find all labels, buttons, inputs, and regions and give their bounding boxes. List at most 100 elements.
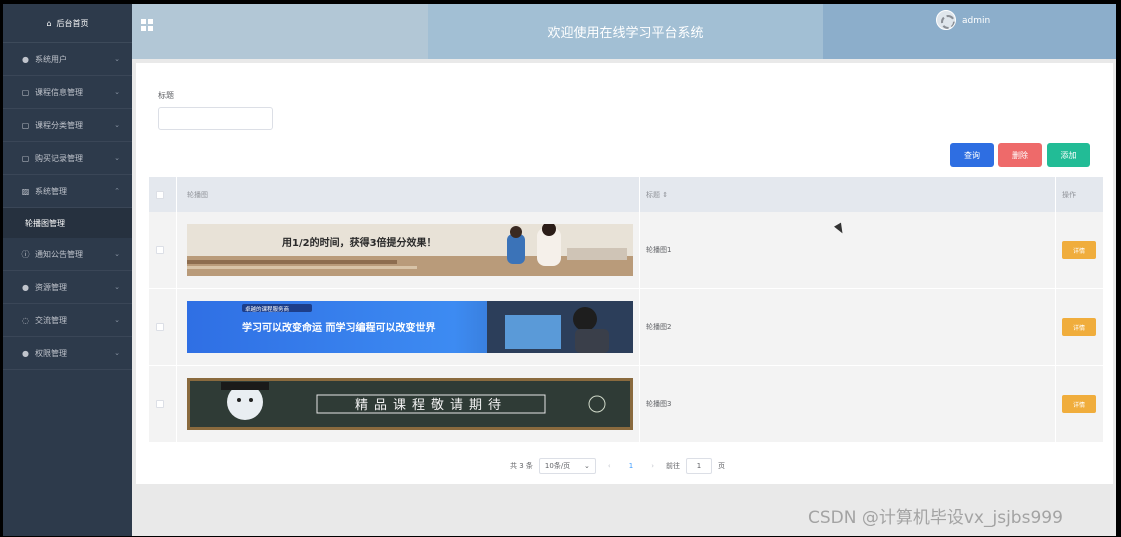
sidebar-home[interactable]: ⌂ 后台首页 (3, 4, 132, 43)
prev-page-icon[interactable]: ‹ (608, 462, 611, 470)
watermark: CSDN @计算机毕设vx_jsjbs999 (808, 508, 1063, 528)
banner-image: 卓越的课程服务商 学习可以改变命运 而学习编程可以改变世界 (187, 301, 633, 353)
bulb-icon: ● (22, 282, 29, 292)
sidebar-item-course-category[interactable]: ▢ 课程分类管理 ⌄ (3, 109, 132, 142)
page-unit-label: 页 (718, 462, 725, 470)
chevron-down-icon: ⌄ (584, 462, 590, 470)
chevron-down-icon: ⌄ (114, 349, 120, 357)
banner-3-graphic: 精品课程敬请期待 (187, 378, 633, 430)
sidebar-item-course-info[interactable]: ▢ 课程信息管理 ⌄ (3, 76, 132, 109)
chevron-down-icon: ⌄ (114, 283, 120, 291)
column-divider (176, 289, 177, 365)
chart-icon: ▨ (21, 186, 30, 196)
column-divider (1055, 177, 1056, 212)
sidebar-item-label: 交流管理 (35, 315, 67, 325)
sidebar-item-label: 课程分类管理 (35, 120, 83, 130)
delete-button[interactable]: 删除 (998, 143, 1042, 167)
sidebar-item-label: 权限管理 (35, 348, 67, 358)
column-divider (176, 212, 177, 288)
column-divider (639, 177, 640, 212)
sidebar-item-notice[interactable]: ⓘ 通知公告管理 ⌄ (3, 238, 132, 271)
sidebar-item-label: 系统管理 (35, 186, 67, 196)
sidebar-item-label: 通知公告管理 (35, 249, 83, 259)
sidebar-item-permissions[interactable]: ● 权限管理 ⌄ (3, 337, 132, 370)
add-button[interactable]: 添加 (1047, 143, 1090, 167)
column-divider (176, 366, 177, 442)
avatar[interactable] (936, 10, 956, 30)
sidebar-item-system[interactable]: ▨ 系统管理 ⌃ (3, 175, 132, 208)
banner-image: 用1/2的时间，获得3倍提分效果！ (187, 224, 633, 276)
select-all-checkbox[interactable] (156, 190, 164, 199)
column-header-image: 轮播图 (187, 190, 208, 199)
sidebar-item-label: 资源管理 (35, 282, 67, 292)
sidebar-subitem-carousel[interactable]: 轮播图管理 (3, 208, 132, 238)
column-divider (639, 289, 640, 365)
chat-icon: ◌ (22, 315, 29, 325)
chevron-up-icon: ⌃ (114, 187, 120, 195)
sort-icon[interactable]: ⇕ (662, 191, 668, 199)
page-size-select[interactable]: 10条/页 ⌄ (538, 458, 596, 474)
table-row: 精品课程敬请期待 轮播图3 详情 (149, 366, 1103, 443)
page-number[interactable]: 1 (629, 462, 633, 470)
home-icon: ⌂ (46, 18, 52, 28)
title-filter-input[interactable] (158, 107, 273, 130)
sidebar-item-resources[interactable]: ● 资源管理 ⌄ (3, 271, 132, 304)
goto-page-input[interactable]: 1 (686, 458, 712, 474)
goto-label: 前往 (666, 462, 680, 470)
row-title: 轮播图2 (646, 323, 672, 331)
doc-icon: ▢ (21, 153, 30, 163)
sidebar-item-label: 课程信息管理 (35, 87, 83, 97)
sidebar-item-chat[interactable]: ◌ 交流管理 ⌄ (3, 304, 132, 337)
carousel-table: 轮播图 标题 ⇕ 操作 用1/2的时间，获得3倍提分效果！ 轮播图1 详情 卓越… (149, 177, 1103, 443)
detail-button[interactable]: 详情 (1062, 395, 1096, 413)
sidebar-item-users[interactable]: ● 系统用户 ⌄ (3, 43, 132, 76)
row-checkbox[interactable] (156, 246, 164, 254)
banner-image: 精品课程敬请期待 (187, 378, 633, 430)
app-window: ⌂ 后台首页 ● 系统用户 ⌄ ▢ 课程信息管理 ⌄ ▢ 课程分类管理 ⌄ ▢ … (3, 4, 1116, 536)
sidebar: ⌂ 后台首页 ● 系统用户 ⌄ ▢ 课程信息管理 ⌄ ▢ 课程分类管理 ⌄ ▢ … (3, 4, 132, 536)
row-title: 轮播图3 (646, 400, 672, 408)
chevron-down-icon: ⌄ (114, 88, 120, 96)
column-divider (176, 177, 177, 212)
chevron-down-icon: ⌄ (114, 121, 120, 129)
row-title: 轮播图1 (646, 246, 672, 254)
sidebar-item-purchase[interactable]: ▢ 购买记录管理 ⌄ (3, 142, 132, 175)
row-checkbox[interactable] (156, 400, 164, 408)
header-title: 欢迎使用在线学习平台系统 (428, 4, 823, 59)
table-row: 卓越的课程服务商 学习可以改变命运 而学习编程可以改变世界 轮播图2 详情 (149, 289, 1103, 366)
total-count: 共 3 条 (510, 462, 533, 470)
chevron-down-icon: ⌄ (114, 154, 120, 162)
content-card: 标题 查询 删除 添加 轮播图 标题 ⇕ 操作 用1/2的时间，获得3倍提分效果… (136, 63, 1113, 484)
sidebar-subitem-label: 轮播图管理 (25, 218, 65, 228)
column-header-actions: 操作 (1062, 190, 1076, 199)
column-header-title[interactable]: 标题 ⇕ (646, 190, 668, 200)
username[interactable]: admin (962, 16, 990, 26)
banner-1-text: 用1/2的时间，获得3倍提分效果！ (281, 236, 437, 249)
chevron-down-icon: ⌄ (114, 55, 120, 63)
column-divider (1055, 212, 1056, 288)
column-divider (1055, 289, 1056, 365)
info-icon: ⓘ (21, 249, 30, 259)
row-checkbox[interactable] (156, 323, 164, 331)
header-left (132, 4, 428, 59)
detail-button[interactable]: 详情 (1062, 318, 1096, 336)
detail-button[interactable]: 详情 (1062, 241, 1096, 259)
column-divider (639, 366, 640, 442)
table-row: 用1/2的时间，获得3倍提分效果！ 轮播图1 详情 (149, 212, 1103, 289)
sidebar-item-label: 购买记录管理 (35, 153, 83, 163)
chevron-down-icon: ⌄ (114, 316, 120, 324)
page-size-value: 10条/页 (544, 462, 571, 470)
grid-menu-icon[interactable] (141, 19, 153, 31)
banner-2-tag: 卓越的课程服务商 (245, 305, 290, 313)
column-divider (639, 212, 640, 288)
pagination: 共 3 条 10条/页 ⌄ ‹ 1 › 前往 1 页 (510, 458, 725, 474)
column-divider (1055, 366, 1056, 442)
header-user: admin (823, 4, 1116, 59)
doc-icon: ▢ (21, 87, 30, 97)
query-button[interactable]: 查询 (950, 143, 994, 167)
next-page-icon[interactable]: › (651, 462, 654, 470)
top-header: 欢迎使用在线学习平台系统 admin (132, 4, 1116, 59)
banner-2-graphic: 卓越的课程服务商 学习可以改变命运 而学习编程可以改变世界 (187, 301, 633, 353)
chevron-down-icon: ⌄ (114, 250, 120, 258)
table-header: 轮播图 标题 ⇕ 操作 (149, 177, 1103, 212)
